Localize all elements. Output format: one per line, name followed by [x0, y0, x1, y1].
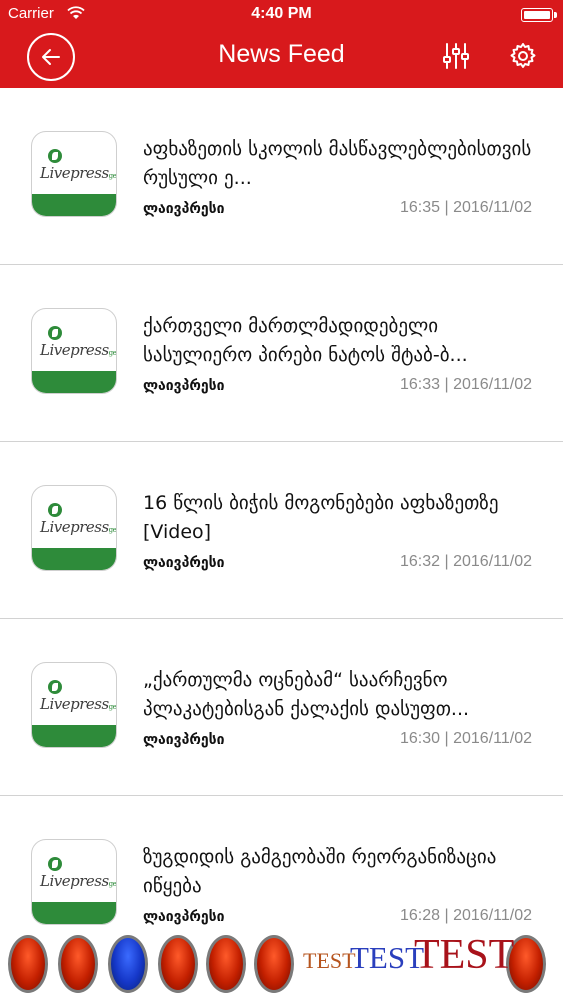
thumbnail-brand: Livepressge	[40, 518, 117, 536]
page-title: News Feed	[218, 40, 345, 68]
news-source: ლაივპრესი	[143, 909, 225, 925]
gear-icon[interactable]	[508, 41, 538, 71]
news-headline: აფხაზეთის სკოლის მასწავლებლებისთვის რუსუ…	[143, 138, 532, 189]
news-source: ლაივპრესი	[143, 555, 225, 571]
news-timestamp: 16:33 | 2016/11/02	[400, 376, 532, 393]
news-timestamp: 16:30 | 2016/11/02	[400, 730, 532, 747]
livepress-logo-icon	[48, 326, 62, 340]
test-label-large: TEST	[414, 932, 515, 978]
news-timestamp: 16:32 | 2016/11/02	[400, 553, 532, 570]
livepress-thumbnail: Livepressge	[31, 485, 117, 571]
news-item[interactable]: Livepressge 16 წლის ბიჭის მოგონებები აფხ…	[0, 442, 563, 619]
red-orb-button[interactable]	[8, 935, 48, 993]
news-item[interactable]: Livepressge აფხაზეთის სკოლის მასწავლებლე…	[0, 88, 563, 265]
status-time: 4:40 PM	[251, 5, 312, 22]
test-label-small: TEST	[303, 948, 356, 973]
status-bar: Carrier 4:40 PM	[0, 0, 563, 30]
red-orb-button[interactable]	[206, 935, 246, 993]
livepress-thumbnail: Livepressge	[31, 662, 117, 748]
app-header: Carrier 4:40 PM News Feed	[0, 0, 563, 88]
news-headline: ქართველი მართლმადიდებელი სასულიერო პირებ…	[143, 315, 468, 366]
red-orb-button[interactable]	[58, 935, 98, 993]
livepress-logo-icon	[48, 680, 62, 694]
news-item[interactable]: Livepressge ქართველი მართლმადიდებელი სას…	[0, 265, 563, 442]
test-label-medium: TEST	[350, 940, 425, 975]
battery-icon	[521, 8, 557, 22]
news-item[interactable]: Livepressge „ქართულმა ოცნებამ“ საარჩევნო…	[0, 619, 563, 796]
sliders-icon[interactable]	[441, 41, 471, 71]
thumbnail-brand: Livepressge	[40, 695, 117, 713]
news-headline: ზუგდიდის გამგეობაში რეორგანიზაცია იწყება	[143, 846, 497, 897]
thumbnail-brand: Livepressge	[40, 341, 117, 359]
livepress-thumbnail: Livepressge	[31, 839, 117, 925]
livepress-logo-icon	[48, 857, 62, 871]
news-timestamp: 16:28 | 2016/11/02	[400, 907, 532, 924]
livepress-logo-icon	[48, 503, 62, 517]
news-source: ლაივპრესი	[143, 732, 225, 748]
red-orb-button[interactable]	[254, 935, 294, 993]
news-source: ლაივპრესი	[143, 201, 225, 217]
livepress-thumbnail: Livepressge	[31, 308, 117, 394]
thumbnail-brand: Livepressge	[40, 164, 117, 182]
livepress-logo-icon	[48, 149, 62, 163]
thumbnail-brand: Livepressge	[40, 872, 117, 890]
blue-orb-button[interactable]	[108, 935, 148, 993]
news-headline: 16 წლის ბიჭის მოგონებები აფხაზეთზე [Vide…	[143, 492, 499, 543]
livepress-thumbnail: Livepressge	[31, 131, 117, 217]
news-headline: „ქართულმა ოცნებამ“ საარჩევნო პლაკატებისგ…	[143, 669, 470, 720]
red-orb-button[interactable]	[158, 935, 198, 993]
news-timestamp: 16:35 | 2016/11/02	[400, 199, 532, 216]
news-feed-list: Livepressge აფხაზეთის სკოლის მასწავლებლე…	[0, 88, 563, 973]
news-source: ლაივპრესი	[143, 378, 225, 394]
